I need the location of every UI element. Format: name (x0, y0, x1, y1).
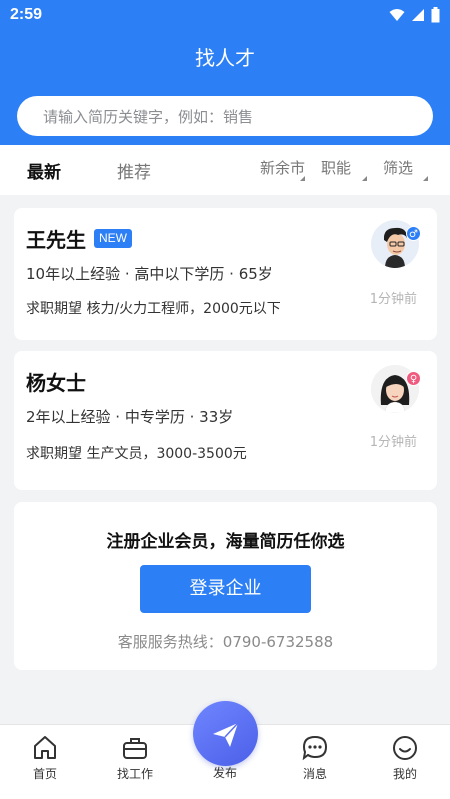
nav-messages-label: 消息 (302, 767, 327, 781)
publish-button[interactable] (193, 701, 258, 766)
male-gender-icon: ♂ (406, 226, 421, 241)
page-title: 找人才 (195, 46, 255, 70)
female-gender-icon: ♀ (406, 371, 421, 386)
new-badge: NEW (94, 229, 132, 248)
signal-icon (412, 9, 424, 21)
smiley-icon (393, 736, 417, 760)
filter-dropdown-icon (423, 176, 428, 181)
status-time: 2:59 (10, 6, 43, 23)
tab-recommended[interactable]: 推荐 (117, 158, 151, 183)
filter-city[interactable]: 新余市 (260, 157, 305, 178)
wifi-icon (389, 9, 405, 21)
candidate-expectation: 求职期望 生产文员，3000-3500元 (26, 446, 247, 462)
register-promo: 注册企业会员，海量简历任你选 登录企业 客服服务热线：0790-6732588 (14, 502, 437, 670)
candidate-meta: 2年以上经验 · 中专学历 · 33岁 (26, 408, 234, 426)
filter-button[interactable]: 筛选 (383, 157, 413, 178)
promo-text: 注册企业会员，海量简历任你选 (106, 532, 345, 552)
battery-icon (431, 7, 440, 23)
nav-home[interactable]: 首页 (15, 725, 75, 799)
login-company-button[interactable]: 登录企业 (140, 565, 311, 613)
nav-find-job[interactable]: 找工作 (105, 725, 165, 799)
candidate-card[interactable]: 杨女士 2年以上经验 · 中专学历 · 33岁 求职期望 生产文员，3000-3… (14, 351, 437, 490)
candidate-card[interactable]: 王先生 NEW 10年以上经验 · 高中以下学历 · 65岁 求职期望 核力/火… (14, 208, 437, 340)
nav-mine[interactable]: 我的 (375, 725, 435, 799)
briefcase-icon (123, 738, 147, 759)
status-icons (389, 7, 440, 23)
function-dropdown-icon (362, 176, 367, 181)
candidate-meta: 10年以上经验 · 高中以下学历 · 65岁 (26, 265, 273, 283)
tab-latest[interactable]: 最新 (27, 158, 61, 183)
search-placeholder: 请输入简历关键字，例如：销售 (43, 108, 254, 126)
header-bar: 2:59 找人才 请输入简历关键字，例如：销售 (0, 0, 450, 145)
tab-bar: 最新 推荐 新余市 职能 筛选 (0, 145, 450, 195)
message-icon (302, 735, 328, 761)
search-input[interactable]: 请输入简历关键字，例如：销售 (17, 96, 433, 136)
nav-home-label: 首页 (32, 767, 57, 781)
candidate-name: 王先生 (26, 228, 86, 252)
home-icon (34, 736, 56, 759)
nav-publish-label: 发布 (212, 766, 237, 780)
service-hotline: 客服服务热线：0790-6732588 (117, 633, 334, 651)
post-time: 1分钟前 (369, 292, 417, 307)
nav-messages[interactable]: 消息 (285, 725, 345, 799)
nav-find-job-label: 找工作 (116, 767, 153, 781)
nav-mine-label: 我的 (392, 767, 417, 781)
candidate-name: 杨女士 (26, 371, 86, 395)
status-bar: 2:59 (0, 0, 450, 32)
candidate-expectation: 求职期望 核力/火力工程师，2000元以下 (26, 301, 281, 317)
paper-plane-icon (213, 722, 239, 747)
post-time: 1分钟前 (369, 435, 417, 450)
filter-function[interactable]: 职能 (321, 157, 351, 178)
city-dropdown-icon (300, 176, 305, 181)
